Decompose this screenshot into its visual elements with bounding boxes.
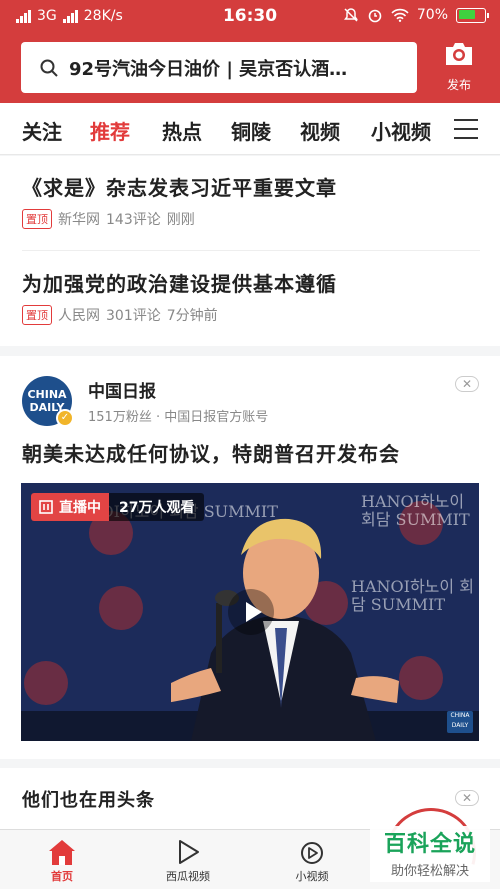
status-right: 70% — [343, 7, 489, 23]
short-video-icon — [301, 842, 323, 864]
nav-label: 西瓜视频 — [166, 870, 210, 883]
news-title[interactable]: 为加强党的政治建设提供基本遵循 — [22, 268, 337, 297]
channel-watermark: CHINA DAILY — [447, 711, 473, 733]
live-badge: 直播中 27万人观看 — [31, 493, 205, 521]
nav-xigua-video[interactable]: 西瓜视频 — [148, 836, 228, 884]
account-followers: 151万粉丝 · 中国日报官方账号 — [88, 410, 269, 425]
mute-bell-icon — [343, 8, 358, 22]
news-source: 人民网 — [58, 308, 100, 324]
home-icon — [49, 840, 75, 865]
avatar[interactable]: CHINA DAILY ✓ — [22, 376, 74, 427]
pinned-news-card: 《求是》杂志发表习近平重要文章 置顶 新华网 143评论 刚刚 为加强党的政治建… — [0, 156, 500, 346]
site-watermark: 百科全说 助你轻松解决 — [370, 826, 490, 882]
nav-home[interactable]: 首页 — [22, 836, 102, 884]
nav-label: 首页 — [51, 870, 73, 883]
news-meta: 置顶 人民网 301评论 7分钟前 — [22, 305, 218, 325]
tab-recommend[interactable]: 推荐 — [90, 116, 130, 145]
search-bar[interactable]: 92号汽油今日油价 | 吴京否认酒… — [21, 42, 417, 93]
nav-label: 小视频 — [295, 870, 329, 883]
alarm-icon — [368, 9, 382, 23]
news-meta: 置顶 新华网 143评论 刚刚 — [22, 209, 195, 229]
play-icon — [179, 840, 199, 864]
search-hot-query: 92号汽油今日油价 | 吴京否认酒… — [69, 58, 348, 80]
wifi-icon — [391, 8, 409, 22]
news-comments: 301评论 — [106, 308, 161, 324]
video-player[interactable]: HANOI하노이 회담 SUMMIT HANOI하노이 회담 SUMMIT HA… — [21, 483, 479, 741]
verified-icon: ✓ — [56, 409, 74, 427]
live-tag: 直播中 — [31, 493, 109, 521]
publish-label: 发布 — [446, 78, 471, 92]
battery-icon — [456, 7, 489, 23]
news-time: 7分钟前 — [166, 308, 218, 324]
channel-menu-icon[interactable] — [454, 119, 478, 139]
suggest-title: 他们也在用头条 — [22, 790, 155, 811]
tab-tongling[interactable]: 铜陵 — [231, 116, 271, 145]
watermark-subtitle: 助你轻松解决 — [390, 864, 469, 879]
dismiss-icon[interactable]: ✕ — [455, 790, 479, 806]
speaker-figure — [171, 518, 399, 741]
publish-button[interactable]: 发布 — [432, 40, 486, 98]
status-bar: 3G 28K/s 16:30 70% — [0, 0, 500, 34]
camera-icon — [446, 43, 472, 65]
news-source: 新华网 — [58, 212, 100, 228]
account-name[interactable]: 中国日报 — [88, 377, 156, 402]
divider — [22, 250, 480, 251]
video-post-card: CHINA DAILY ✓ 中国日报 151万粉丝 · 中国日报官方账号 ✕ 朝… — [0, 356, 500, 759]
play-button[interactable] — [228, 589, 274, 635]
watermark-title: 百科全说 — [383, 832, 476, 857]
search-icon — [40, 59, 58, 77]
live-icon — [39, 500, 53, 514]
live-label: 直播中 — [59, 500, 101, 516]
viewer-count: 27万人观看 — [119, 500, 195, 516]
news-time: 刚刚 — [166, 212, 195, 228]
tab-video[interactable]: 视频 — [300, 116, 340, 145]
tab-short-video[interactable]: 小视频 — [371, 116, 435, 145]
dismiss-icon[interactable]: ✕ — [455, 376, 479, 392]
tab-hot[interactable]: 热点 — [162, 116, 202, 145]
pinned-badge: 置顶 — [22, 305, 52, 325]
app-header: 3G 28K/s 16:30 70% 92号汽油今日油价 | 吴京否认酒… 发布 — [0, 0, 500, 103]
nav-short-video[interactable]: 小视频 — [272, 836, 352, 884]
news-comments: 143评论 — [106, 212, 161, 228]
battery-level — [458, 10, 476, 19]
tab-follow[interactable]: 关注 — [22, 116, 62, 145]
channel-tabs: 关注 推荐 热点 铜陵 视频 小视频 — [0, 103, 500, 155]
news-title[interactable]: 《求是》杂志发表习近平重要文章 — [22, 172, 337, 201]
battery-percent: 70% — [416, 7, 448, 23]
video-title[interactable]: 朝美未达成任何协议，特朗普召开发布会 — [22, 438, 400, 467]
pinned-badge: 置顶 — [22, 209, 52, 229]
